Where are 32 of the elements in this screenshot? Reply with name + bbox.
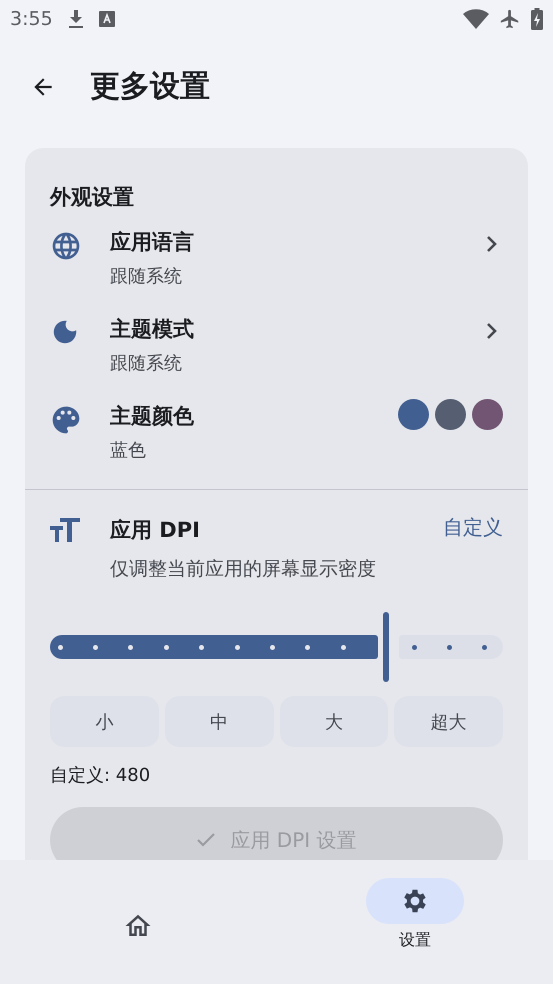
- chevron-right-icon[interactable]: [485, 234, 499, 254]
- keyboard-icon: [98, 11, 115, 27]
- setting-title: 主题颜色: [110, 403, 195, 430]
- wifi-icon: [463, 9, 489, 29]
- setting-value: 蓝色: [110, 439, 147, 462]
- airplane-icon: [499, 8, 521, 30]
- custom-dpi-value: 自定义: 480: [50, 764, 152, 787]
- dpi-slider[interactable]: [50, 612, 503, 682]
- setting-description: 仅调整当前应用的屏幕显示密度: [110, 557, 377, 582]
- color-swatch[interactable]: [398, 399, 429, 430]
- setting-title: 应用语言: [110, 229, 195, 256]
- page-title: 更多设置: [90, 68, 210, 106]
- download-icon: [66, 9, 85, 29]
- custom-link[interactable]: 自定义: [443, 514, 503, 541]
- status-time: 3:55: [10, 8, 53, 30]
- globe-icon: [50, 230, 82, 262]
- battery-icon: [531, 8, 543, 30]
- setting-value: 跟随系统: [110, 352, 183, 375]
- color-swatch[interactable]: [472, 399, 503, 430]
- chevron-right-icon[interactable]: [485, 321, 499, 341]
- text-size-icon: [50, 518, 80, 542]
- setting-title: 应用 DPI: [110, 517, 200, 544]
- check-icon: [196, 832, 216, 848]
- preset-button[interactable]: 大: [280, 696, 388, 747]
- color-swatch[interactable]: [435, 399, 466, 430]
- setting-value: 跟随系统: [110, 265, 183, 288]
- palette-icon: [50, 404, 82, 436]
- preset-button[interactable]: 超大: [394, 696, 503, 747]
- section-title: 外观设置: [50, 184, 135, 211]
- preset-button[interactable]: 中: [164, 696, 274, 747]
- preset-button[interactable]: 小: [50, 696, 159, 747]
- setting-title: 主题模式: [110, 316, 195, 343]
